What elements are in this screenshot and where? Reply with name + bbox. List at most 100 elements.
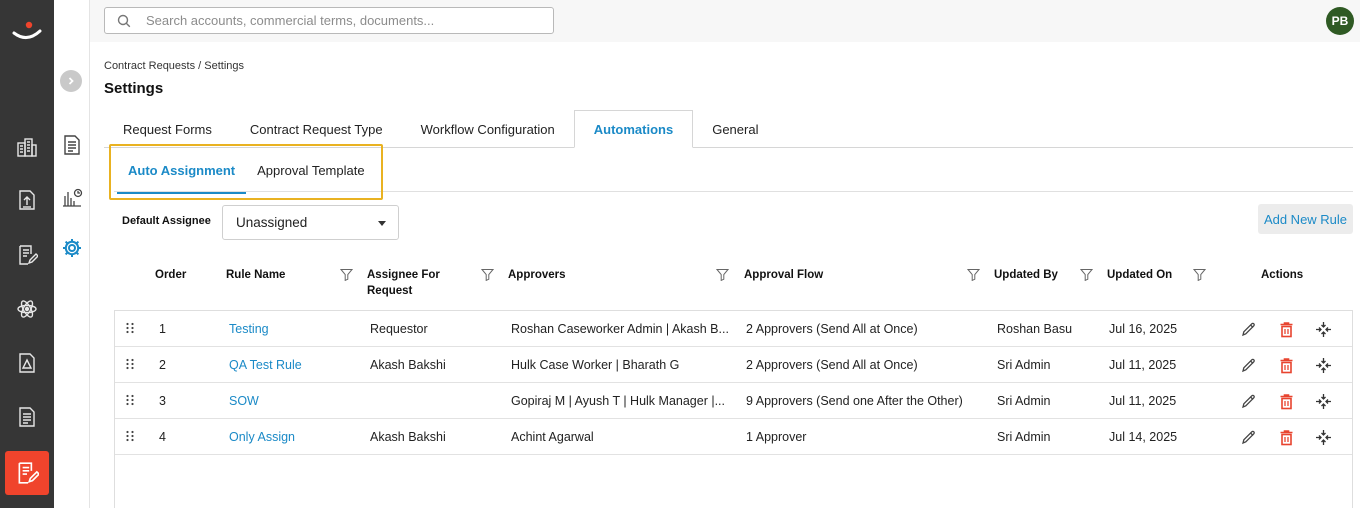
cell-updated-by: Roshan Basu — [997, 322, 1073, 336]
column-header-assignee: Assignee For Request — [367, 267, 440, 299]
cell-rule-name-link[interactable]: QA Test Rule — [229, 358, 359, 372]
settings-gear-icon[interactable] — [60, 236, 84, 260]
buildings-icon[interactable] — [14, 134, 40, 160]
cell-updated-by: Sri Admin — [997, 358, 1051, 372]
cell-approval-flow: 9 Approvers (Send one After the Other) — [746, 394, 963, 408]
filter-updated-on-icon[interactable] — [1192, 268, 1207, 282]
top-header: PB — [90, 0, 1360, 42]
cell-rule-name-link[interactable]: Testing — [229, 322, 359, 336]
cell-approval-flow: 2 Approvers (Send All at Once) — [746, 322, 918, 336]
delete-trash-icon[interactable] — [1277, 428, 1295, 446]
reports-chart-icon[interactable] — [60, 185, 84, 209]
cell-updated-on: Jul 11, 2025 — [1109, 394, 1177, 408]
tab-automations[interactable]: Automations — [573, 110, 694, 148]
rules-table: 1 Testing Requestor Roshan Caseworker Ad… — [114, 310, 1353, 508]
default-assignee-label: Default Assignee — [122, 215, 211, 227]
chevron-right-icon — [68, 77, 74, 85]
filter-approvers-icon[interactable] — [715, 268, 730, 282]
brand-logo[interactable] — [12, 18, 42, 44]
column-header-assignee-line1: Assignee For — [367, 269, 440, 281]
table-row: 1 Testing Requestor Roshan Caseworker Ad… — [115, 311, 1352, 347]
edit-pencil-icon[interactable] — [1239, 392, 1257, 410]
edit-pencil-icon[interactable] — [1239, 428, 1257, 446]
breadcrumb: Contract Requests / Settings — [104, 60, 245, 72]
default-assignee-value: Unassigned — [236, 215, 308, 230]
document-list-icon[interactable] — [14, 404, 40, 430]
collapse-arrows-icon[interactable] — [1314, 392, 1332, 410]
filter-updated-by-icon[interactable] — [1079, 268, 1094, 282]
subtab-approval-template[interactable]: Approval Template — [246, 146, 375, 194]
default-assignee-select[interactable]: Unassigned — [222, 205, 399, 240]
table-row: 4 Only Assign Akash Bakshi Achint Agarwa… — [115, 419, 1352, 455]
column-header-approvers: Approvers — [508, 269, 566, 281]
filter-approval-flow-icon[interactable] — [966, 268, 981, 282]
column-header-order: Order — [155, 269, 187, 281]
cell-approvers: Hulk Case Worker | Bharath G — [511, 358, 680, 372]
tab-contract-request-type[interactable]: Contract Request Type — [231, 110, 402, 148]
collapse-arrows-icon[interactable] — [1314, 320, 1332, 338]
column-header-actions: Actions — [1261, 269, 1304, 281]
automation-subtabs: Auto Assignment Approval Template — [109, 144, 383, 200]
drag-handle-icon[interactable] — [125, 358, 135, 370]
filter-assignee-icon[interactable] — [480, 268, 495, 282]
secondary-menu — [54, 0, 90, 508]
tab-workflow-configuration[interactable]: Workflow Configuration — [402, 110, 574, 148]
table-row: 2 QA Test Rule Akash Bakshi Hulk Case Wo… — [115, 347, 1352, 383]
collapse-arrows-icon[interactable] — [1314, 356, 1332, 374]
cell-updated-by: Sri Admin — [997, 394, 1051, 408]
user-avatar[interactable]: PB — [1326, 7, 1354, 35]
requests-list-icon[interactable] — [60, 133, 84, 157]
edit-pencil-icon[interactable] — [1239, 356, 1257, 374]
cell-order: 3 — [159, 394, 166, 408]
delete-trash-icon[interactable] — [1277, 356, 1295, 374]
expand-menu-button[interactable] — [60, 70, 82, 92]
filter-rule-name-icon[interactable] — [339, 268, 354, 282]
cell-order: 2 — [159, 358, 166, 372]
delete-trash-icon[interactable] — [1277, 320, 1295, 338]
cell-approval-flow: 1 Approver — [746, 430, 807, 444]
global-search[interactable] — [104, 7, 554, 34]
drag-handle-icon[interactable] — [125, 322, 135, 334]
cell-approvers: Roshan Caseworker Admin | Akash B... — [511, 322, 729, 336]
column-header-updated-by: Updated By — [994, 269, 1058, 281]
add-new-rule-button[interactable]: Add New Rule — [1258, 204, 1353, 234]
settings-tabs: Request Forms Contract Request Type Work… — [104, 110, 1353, 148]
delete-trash-icon[interactable] — [1277, 392, 1295, 410]
cell-order: 1 — [159, 322, 166, 336]
tab-general[interactable]: General — [693, 110, 777, 148]
cell-updated-by: Sri Admin — [997, 430, 1051, 444]
document-alert-icon[interactable] — [14, 350, 40, 376]
cell-order: 4 — [159, 430, 166, 444]
cell-approval-flow: 2 Approvers (Send All at Once) — [746, 358, 918, 372]
cell-assignee: Requestor — [370, 322, 428, 336]
cell-updated-on: Jul 14, 2025 — [1109, 430, 1178, 444]
column-header-assignee-line2: Request — [367, 285, 413, 297]
cell-assignee: Akash Bakshi — [370, 358, 446, 372]
search-input[interactable] — [146, 13, 526, 28]
contract-requests-nav-active[interactable] — [5, 451, 49, 495]
cell-rule-name-link[interactable]: SOW — [229, 394, 359, 408]
edit-document-icon[interactable] — [14, 242, 40, 268]
table-row: 3 SOW Gopiraj M | Ayush T | Hulk Manager… — [115, 383, 1352, 419]
caret-down-icon — [378, 221, 386, 226]
page-title: Settings — [104, 80, 164, 97]
tab-request-forms[interactable]: Request Forms — [104, 110, 231, 148]
column-header-approval-flow: Approval Flow — [744, 269, 824, 281]
cell-updated-on: Jul 16, 2025 — [1109, 322, 1178, 336]
drag-handle-icon[interactable] — [125, 394, 135, 406]
cell-assignee: Akash Bakshi — [370, 430, 446, 444]
subtab-auto-assignment[interactable]: Auto Assignment — [117, 146, 247, 194]
cell-rule-name-link[interactable]: Only Assign — [229, 430, 359, 444]
edit-pencil-icon[interactable] — [1239, 320, 1257, 338]
contract-request-icon — [18, 462, 39, 484]
column-header-rule-name: Rule Name — [226, 269, 286, 281]
cell-updated-on: Jul 11, 2025 — [1109, 358, 1177, 372]
app-rail — [0, 0, 54, 508]
atom-icon[interactable] — [14, 296, 40, 322]
cell-approvers: Gopiraj M | Ayush T | Hulk Manager |... — [511, 394, 726, 408]
cell-approvers: Achint Agarwal — [511, 430, 594, 444]
column-header-updated-on: Updated On — [1107, 269, 1173, 281]
drag-handle-icon[interactable] — [125, 430, 135, 442]
upload-document-icon[interactable] — [14, 187, 40, 213]
collapse-arrows-icon[interactable] — [1314, 428, 1332, 446]
